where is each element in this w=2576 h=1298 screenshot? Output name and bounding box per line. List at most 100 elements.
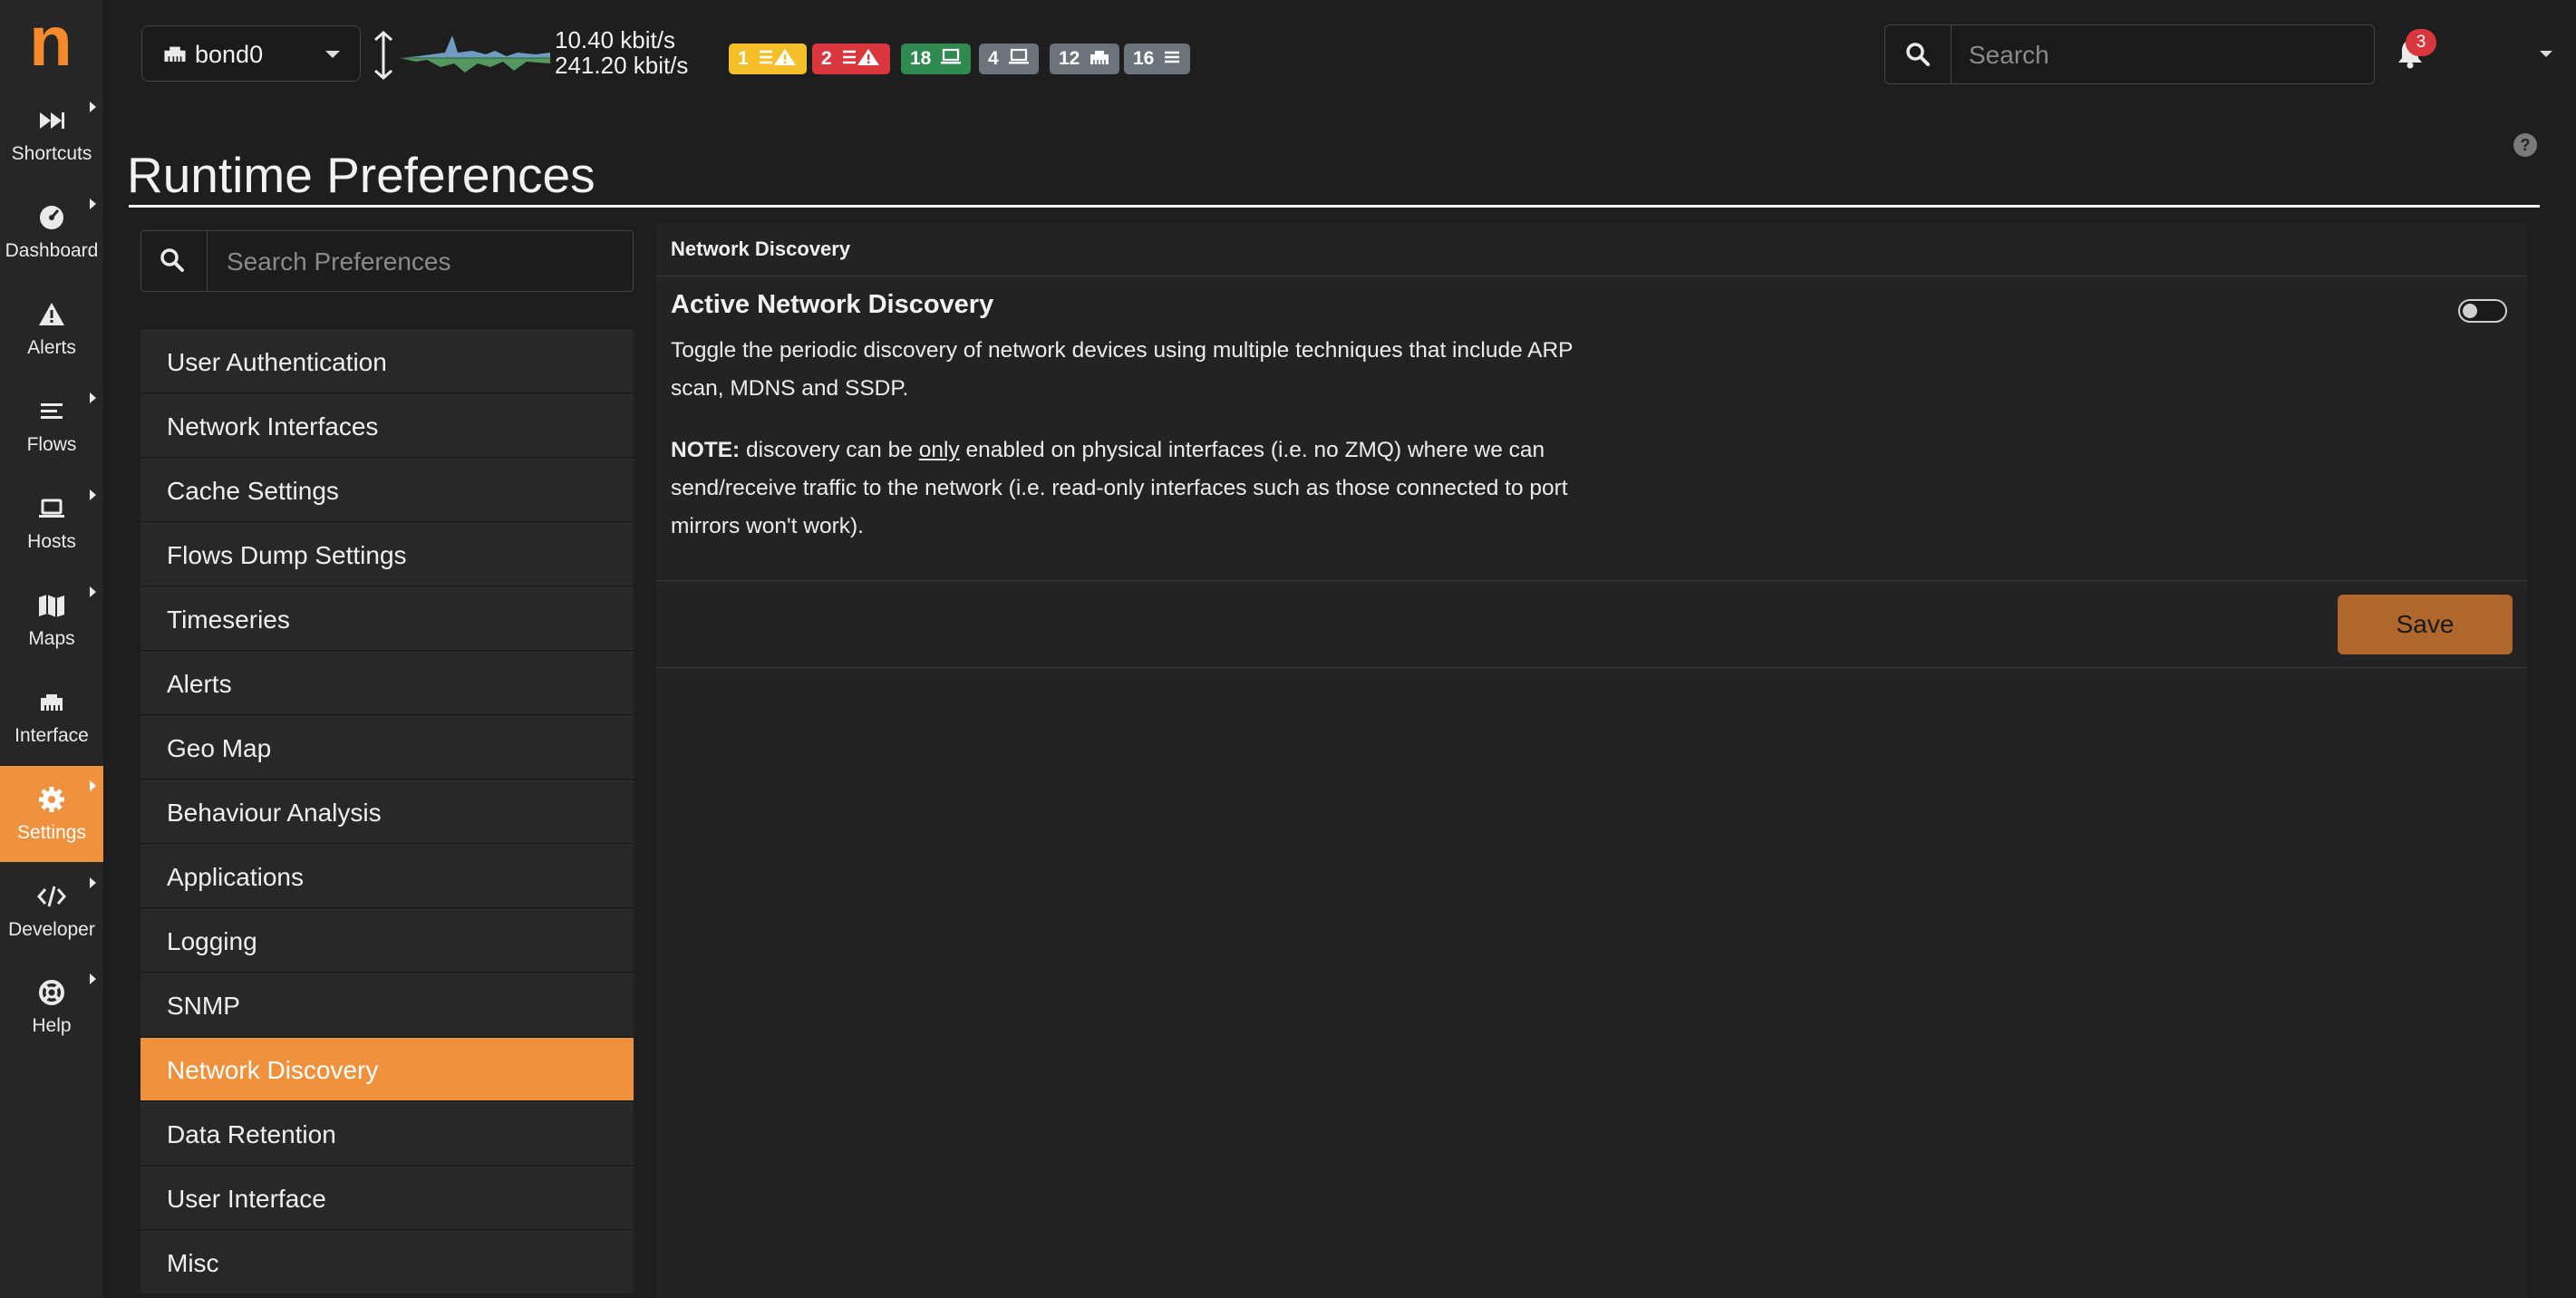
toggle-knob [2463,304,2477,318]
badge-flows[interactable]: 16 [1124,44,1191,74]
caret-right-icon [90,102,96,112]
download-rate: 241.20 kbit/s [555,52,689,79]
search-button[interactable] [1885,25,1951,83]
preferences-search-button[interactable] [141,231,208,291]
nav-label: Alerts [27,337,76,358]
nav-developer[interactable]: Developer [0,863,103,959]
pref-cache-settings[interactable]: Cache Settings [140,459,634,522]
badge-engaged-errors[interactable]: 2 [812,44,890,74]
pref-user-interface[interactable]: User Interface [140,1167,634,1230]
badge-remote-hosts[interactable]: 4 [979,44,1039,74]
svg-text:?: ? [2521,136,2531,154]
preferences-search [140,230,634,293]
nav-label: Developer [8,919,95,940]
badge-engaged-warnings[interactable]: 1 [729,44,807,74]
nav-interface[interactable]: Interface [0,669,103,765]
caret-right-icon [90,780,96,791]
nav-alerts[interactable]: Alerts [0,281,103,377]
laptop-icon [1008,49,1029,64]
ntopng-logo[interactable]: n [24,5,78,76]
top-bar: bond0 10.40 kbit/s 241.20 kbit/s 1 2 18 … [103,0,2576,109]
badge-count: 1 [738,48,749,69]
pref-misc[interactable]: Misc [140,1231,634,1294]
save-button[interactable]: Save [2338,595,2513,654]
chevron-down-icon [325,51,340,58]
badge-count: 12 [1059,48,1080,69]
nav-label: Dashboard [5,240,99,261]
search-icon [160,248,184,272]
pref-behaviour-analysis[interactable]: Behaviour Analysis [140,780,634,844]
map-icon [39,595,64,617]
nav-label: Hosts [27,531,76,552]
caret-right-icon [90,973,96,984]
pref-network-interfaces[interactable]: Network Interfaces [140,394,634,458]
up-down-arrow-icon [374,31,392,80]
panel-divider [656,667,2527,668]
pref-applications[interactable]: Applications [140,845,634,908]
caret-right-icon [90,392,96,403]
note-label: NOTE: [671,438,741,462]
ethernet-icon [41,694,63,711]
preferences-list: User Authentication Network Interfaces C… [140,330,634,1295]
help-icon[interactable]: ? [2513,132,2538,158]
nav-label: Settings [17,822,86,843]
pref-logging[interactable]: Logging [140,909,634,973]
laptop-icon [941,49,962,64]
panel-header: Network Discovery [656,223,2527,276]
nav-label: Flows [26,434,77,455]
code-icon [37,886,66,907]
list-icon [1165,52,1180,63]
gauge-icon [40,206,63,229]
active-discovery-toggle[interactable] [2458,299,2507,323]
setting-description: Toggle the periodic discovery of network… [671,338,1574,401]
pref-alerts[interactable]: Alerts [140,652,634,715]
nav-label: Shortcuts [11,143,92,164]
caret-right-icon [90,877,96,888]
traffic-sparkline [400,35,550,73]
badge-count: 4 [988,48,999,69]
upload-rate: 10.40 kbit/s [555,26,675,53]
warning-icon [39,303,64,325]
lifering-icon [39,980,64,1005]
badge-devices[interactable]: 12 [1050,44,1120,74]
search-icon [1906,43,1930,66]
preferences-search-input[interactable] [225,231,618,293]
panel-divider [656,580,2527,581]
badge-local-hosts[interactable]: 18 [901,44,972,74]
nav-flows[interactable]: Flows [0,378,103,474]
interface-select[interactable]: bond0 [141,25,361,82]
nav-help[interactable]: Help [0,959,103,1055]
laptop-icon [39,499,64,518]
nav-label: Help [32,1015,72,1036]
nav-settings[interactable]: Settings [0,766,103,862]
title-divider [129,205,2540,208]
caret-right-icon [90,586,96,597]
settings-panel: Network Discovery Active Network Discove… [656,223,2527,1298]
nav-label: Interface [15,725,89,746]
pref-data-retention[interactable]: Data Retention [140,1102,634,1166]
sidebar-nav: n Shortcuts Dashboard Alerts Flows Hosts… [0,0,104,1298]
pref-user-authentication[interactable]: User Authentication [140,330,634,393]
nav-shortcuts[interactable]: Shortcuts [0,87,103,183]
badge-count: 16 [1133,48,1155,69]
chevron-down-icon[interactable] [2540,51,2552,57]
badge-count: 18 [910,48,932,69]
pref-flows-dump-settings[interactable]: Flows Dump Settings [140,523,634,586]
stream-icon [41,403,63,419]
nav-dashboard[interactable]: Dashboard [0,184,103,280]
pref-geo-map[interactable]: Geo Map [140,716,634,780]
nav-maps[interactable]: Maps [0,572,103,668]
badge-count: 2 [821,48,832,69]
global-search-input[interactable] [1967,25,2351,85]
ethernet-icon [164,46,186,63]
note-text-pre: discovery can be [740,438,919,462]
ethernet-icon [1090,51,1109,65]
note-emphasis: only [918,438,960,462]
notifications-count: 3 [2406,29,2436,56]
nav-hosts[interactable]: Hosts [0,475,103,571]
pref-snmp[interactable]: SNMP [140,973,634,1037]
pref-timeseries[interactable]: Timeseries [140,587,634,651]
caret-right-icon [90,199,96,209]
pref-network-discovery[interactable]: Network Discovery [140,1038,634,1101]
interface-name: bond0 [195,41,264,68]
